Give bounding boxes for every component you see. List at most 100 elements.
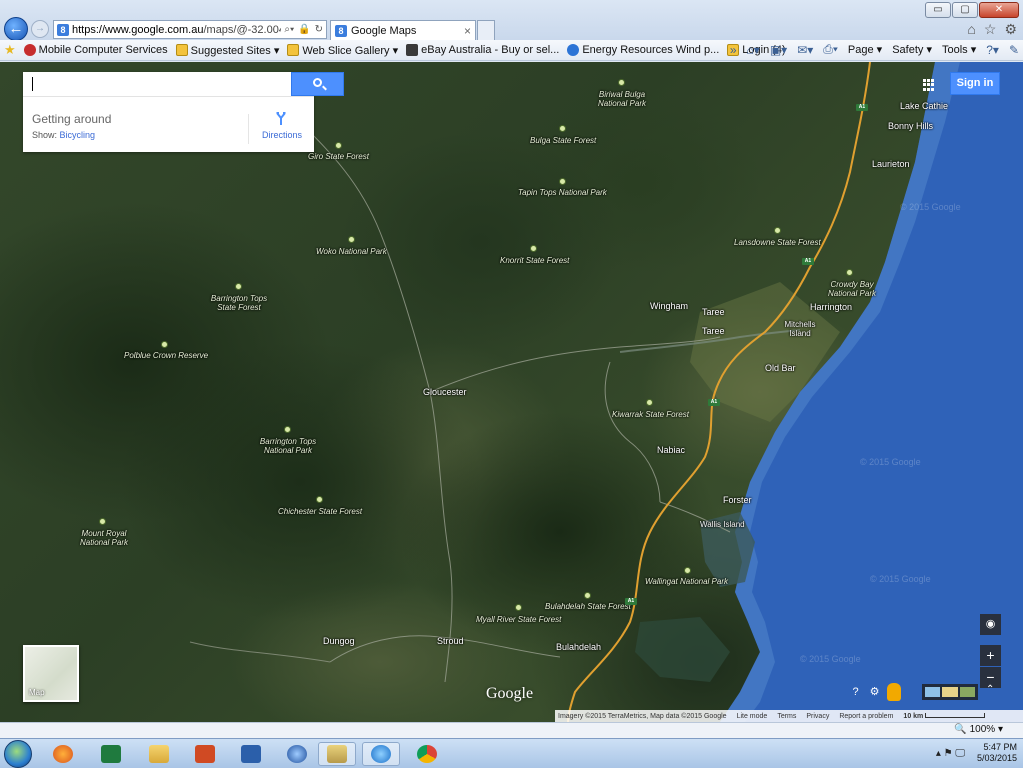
place-label-bonny-hills[interactable]: Bonny Hills [888, 122, 933, 131]
place-label-mount-royal[interactable]: Mount Royal National Park [76, 529, 132, 547]
place-label-harrington[interactable]: Harrington [810, 303, 852, 312]
place-label-mitchells-island[interactable]: Mitchells Island [782, 320, 818, 338]
help-icon[interactable]: ?▾ [986, 43, 999, 57]
place-label-taree[interactable]: Taree [702, 308, 725, 317]
poi-marker[interactable] [161, 341, 168, 348]
poi-marker[interactable] [646, 399, 653, 406]
poi-marker[interactable] [235, 283, 242, 290]
imagery-layers-strip[interactable] [922, 684, 978, 700]
place-label-biriwal-bulga[interactable]: Biriwal Bulga National Park [596, 90, 648, 108]
poi-marker[interactable] [559, 178, 566, 185]
poi-marker[interactable] [335, 142, 342, 149]
place-label-stroud[interactable]: Stroud [437, 637, 464, 646]
place-label-forster[interactable]: Forster [723, 496, 752, 505]
report-problem-link[interactable]: Report a problem [839, 713, 893, 720]
place-label-bulahdelah-sf[interactable]: Bulahdelah State Forest [545, 602, 631, 611]
refresh-icon[interactable]: ↻ [315, 24, 323, 35]
back-button[interactable]: ← [4, 17, 28, 41]
address-url[interactable]: https://www.google.com.au/maps/@-32.0048… [72, 24, 281, 36]
word-icon[interactable] [232, 742, 270, 766]
place-label-laurieton[interactable]: Laurieton [872, 160, 910, 169]
poi-marker[interactable] [99, 518, 106, 525]
zoom-level[interactable]: 🔍 100% ▾ [954, 724, 1003, 735]
expand-chevron-icon[interactable]: ⌃ [986, 684, 994, 695]
place-label-polblue[interactable]: Polblue Crown Reserve [124, 351, 208, 360]
lock-icon[interactable]: 🔒 [298, 24, 310, 35]
favorite-web-slice-gallery[interactable]: Web Slice Gallery ▾ [287, 44, 398, 57]
poi-marker[interactable] [316, 496, 323, 503]
settings-gear-icon[interactable]: ⚙ [1004, 21, 1017, 38]
minimize-button[interactable]: ▭ [925, 2, 951, 18]
place-label-barrington-tops-np[interactable]: Barrington Tops National Park [256, 437, 320, 455]
help-icon[interactable]: ? [849, 686, 862, 699]
sign-in-button[interactable]: Sign in [950, 72, 1000, 95]
place-label-lake-cathie[interactable]: Lake Cathie [900, 102, 948, 111]
place-label-bulga-state-forest[interactable]: Bulga State Forest [530, 136, 596, 145]
start-button[interactable] [4, 740, 32, 768]
forward-button[interactable]: → [31, 20, 49, 38]
research-icon[interactable]: ✎ [1009, 43, 1019, 57]
place-label-kiwarrak[interactable]: Kiwarrak State Forest [612, 410, 689, 419]
layer-thumb[interactable] [942, 687, 958, 697]
favorite-suggested-sites[interactable]: Suggested Sites ▾ [175, 44, 279, 57]
poi-marker[interactable] [584, 592, 591, 599]
photo-viewer-icon[interactable] [318, 742, 356, 766]
place-label-myall-river[interactable]: Myall River State Forest [476, 615, 561, 624]
place-label-gloucester[interactable]: Gloucester [423, 388, 467, 397]
terms-link[interactable]: Terms [777, 713, 796, 720]
poi-marker[interactable] [559, 125, 566, 132]
favorite-mobile-computer-services[interactable]: Mobile Computer Services [23, 44, 168, 56]
privacy-link[interactable]: Privacy [806, 713, 829, 720]
home-icon[interactable]: ⌂ [967, 21, 975, 38]
place-label-wingham[interactable]: Wingham [650, 302, 688, 311]
chevron-more-icon[interactable]: » [730, 43, 737, 57]
directions-button[interactable]: Directions [262, 130, 302, 140]
poi-marker[interactable] [684, 567, 691, 574]
map-viewport[interactable]: © 2015 Google © 2015 Google © 2015 Googl… [0, 62, 1023, 722]
place-label-barrington-tops-sf[interactable]: Barrington Tops State Forest [208, 294, 270, 312]
file-explorer-icon[interactable] [140, 742, 178, 766]
zoom-in-button[interactable]: + [980, 645, 1001, 666]
place-label-taree-2[interactable]: Taree [702, 327, 725, 336]
search-dropdown-icon[interactable]: ⌕▾ [284, 24, 294, 35]
apps-grid-icon[interactable] [923, 79, 935, 91]
home-icon[interactable]: ⌂▾ [747, 43, 760, 57]
poi-marker[interactable] [774, 227, 781, 234]
scale-bar[interactable]: 10 km [903, 712, 986, 720]
layer-thumb[interactable] [925, 687, 941, 697]
internet-explorer-icon[interactable] [362, 742, 400, 766]
address-bar[interactable]: 8 https://www.google.com.au/maps/@-32.00… [53, 20, 327, 39]
chrome-icon[interactable] [408, 742, 446, 766]
search-input[interactable] [23, 72, 314, 96]
map-type-toggle[interactable]: Map [23, 645, 79, 702]
media-player-icon[interactable] [44, 742, 82, 766]
place-label-tapin-tops[interactable]: Tapin Tops National Park [518, 188, 607, 197]
pegman-icon[interactable] [887, 683, 901, 701]
new-tab-button[interactable] [477, 20, 495, 40]
close-button[interactable]: ✕ [979, 2, 1019, 18]
place-label-knorrit[interactable]: Knorrit State Forest [500, 256, 569, 265]
excel-icon[interactable] [92, 742, 130, 766]
place-label-wallingat[interactable]: Wallingat National Park [645, 577, 728, 586]
place-label-crowdy-bay[interactable]: Crowdy Bay National Park [826, 280, 878, 298]
page-menu[interactable]: Page ▾ [848, 43, 882, 56]
search-button[interactable] [291, 72, 344, 96]
place-label-wallis-island[interactable]: Wallis Island [700, 520, 745, 529]
powerpoint-icon[interactable] [186, 742, 224, 766]
google-earth-icon[interactable] [278, 742, 316, 766]
directions-icon[interactable] [274, 110, 288, 126]
tools-menu[interactable]: Tools ▾ [942, 43, 976, 56]
poi-marker[interactable] [348, 236, 355, 243]
poi-marker[interactable] [284, 426, 291, 433]
tab-close-icon[interactable]: × [464, 24, 475, 38]
place-label-old-bar[interactable]: Old Bar [765, 364, 796, 373]
favorites-star-icon[interactable]: ☆ [984, 21, 997, 38]
favorite-ebay-australia[interactable]: eBay Australia - Buy or sel... [406, 44, 559, 56]
place-label-giro-state-forest[interactable]: Giro State Forest [308, 152, 369, 161]
poi-marker[interactable] [530, 245, 537, 252]
gear-icon[interactable]: ⚙ [868, 686, 881, 699]
safety-menu[interactable]: Safety ▾ [892, 43, 932, 56]
place-label-chichester[interactable]: Chichester State Forest [278, 507, 362, 516]
layer-thumb[interactable] [959, 687, 975, 697]
poi-marker[interactable] [846, 269, 853, 276]
